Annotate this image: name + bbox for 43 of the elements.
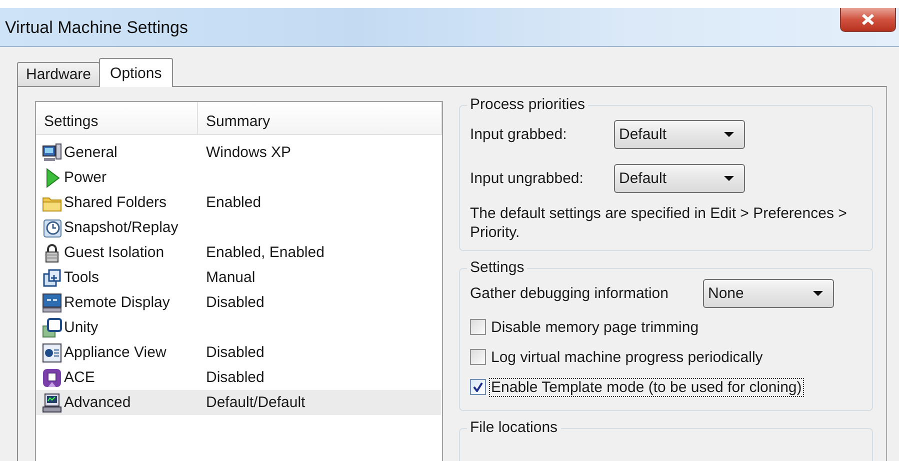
tab[interactable]: Options [99,58,173,87]
settings-list-item[interactable]: General Windows XP [36,140,441,165]
checkbox-label[interactable]: Enable Template mode (to be used for cloning) [489,378,804,396]
dropdown[interactable]: None [703,279,834,308]
settings-list-item[interactable]: Appliance View Disabled [36,340,441,365]
settings-list-item[interactable]: Shared Folders Enabled [36,190,441,215]
help-text: The default settings are specified in Edit > Preferences > Priority. [470,204,848,242]
group-title: Settings [467,259,528,277]
close-icon [861,13,875,26]
group-title: Process priorities [467,96,588,114]
computer-icon [42,392,62,412]
dropdown[interactable]: Default [614,164,745,193]
settings-list-item[interactable]: Tools Manual [36,265,441,290]
tab[interactable]: Hardware [17,62,100,86]
column-header[interactable]: Settings [36,102,198,134]
checkbox-label[interactable]: Disable memory page trimming [489,318,701,336]
field-label: Input grabbed: [470,126,568,143]
close-button[interactable] [840,8,896,32]
caret-icon [724,176,734,181]
field-label: Input ungrabbed: [470,170,584,187]
settings-list-item[interactable]: Power [36,165,441,190]
field-label: Gather debugging information [470,285,670,302]
settings-list-item[interactable]: Unity [36,315,441,340]
dropdown[interactable]: Default [614,120,745,149]
window-title: Virtual Machine Settings [5,18,188,38]
panel-icon [42,342,62,362]
column-header[interactable]: Summary [198,102,442,134]
settings-list-item[interactable]: Snapshot/Replay [36,215,441,240]
checkbox[interactable] [470,379,486,395]
window-icon [42,318,62,338]
checkbox[interactable] [470,319,486,335]
settings-list-item[interactable]: ACE Disabled [36,365,441,390]
computer-icon [42,142,62,162]
checkbox-label[interactable]: Log virtual machine progress periodically [489,348,765,366]
clock-icon [42,218,62,238]
caret-icon [724,132,734,137]
checkbox[interactable] [470,349,486,365]
settings-list-item[interactable]: Remote Display Disabled [36,290,441,315]
checkmark-icon [473,382,483,392]
settings-list-item[interactable]: Advanced Default/Default [36,390,441,415]
settings-list-item[interactable]: Guest Isolation Enabled, Enabled [36,240,441,265]
caret-icon [813,291,823,296]
monitor-icon [42,292,62,312]
